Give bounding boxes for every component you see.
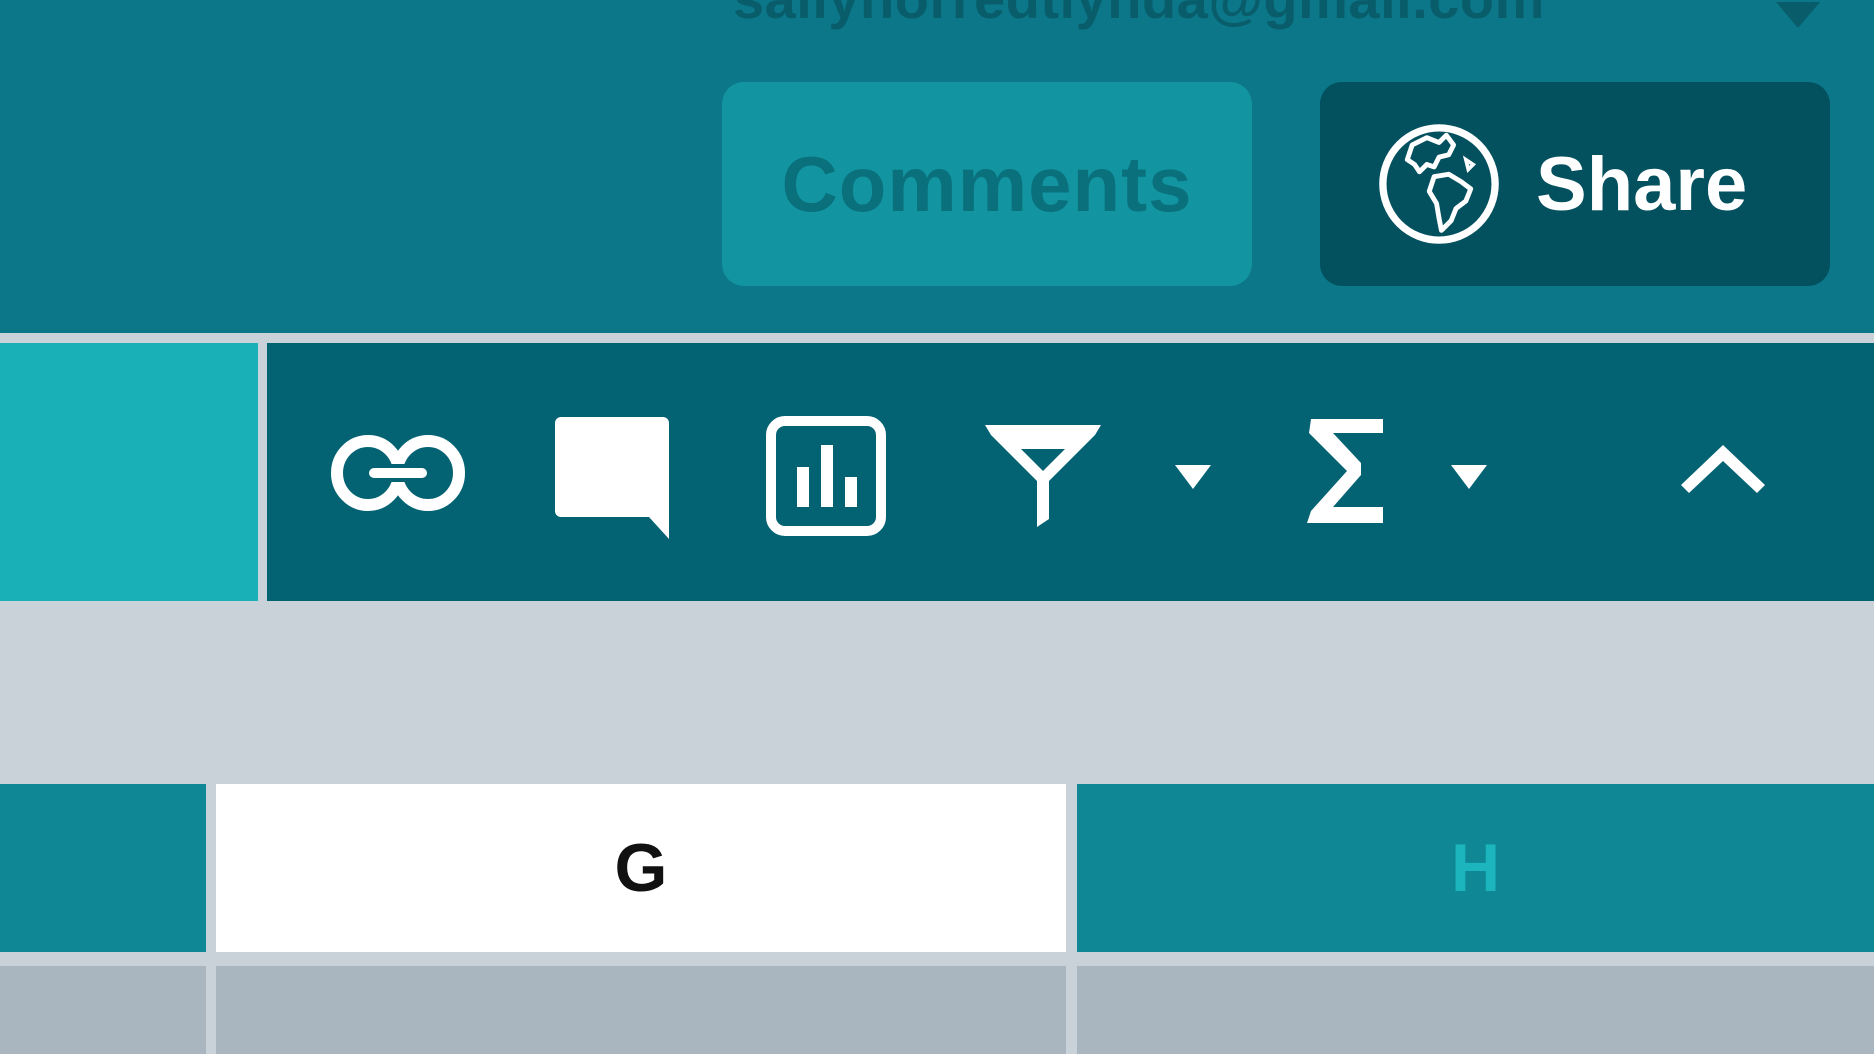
- chart-icon: [766, 416, 886, 536]
- insert-comment-button[interactable]: [553, 415, 671, 543]
- collapse-ribbon-button[interactable]: [1677, 439, 1769, 501]
- filter-dropdown-icon: [1175, 465, 1211, 489]
- autosum-button[interactable]: [1307, 419, 1387, 523]
- chevron-up-icon: [1681, 445, 1765, 493]
- ribbon-side-panel: [0, 343, 258, 601]
- cell[interactable]: [1077, 966, 1874, 1054]
- ribbon-toolbar: [267, 343, 1874, 601]
- cell[interactable]: [216, 966, 1066, 1054]
- autosum-dropdown-icon: [1451, 465, 1487, 489]
- select-all-corner[interactable]: [0, 784, 206, 952]
- filter-button[interactable]: [985, 423, 1101, 527]
- share-button[interactable]: Share: [1320, 82, 1830, 286]
- account-dropdown-icon[interactable]: [1776, 2, 1820, 28]
- header-divider: [0, 333, 1874, 343]
- comments-button[interactable]: Comments: [722, 82, 1252, 286]
- autosum-dropdown-button[interactable]: [1451, 465, 1487, 491]
- column-header-g[interactable]: G: [216, 784, 1066, 952]
- globe-icon: [1379, 124, 1499, 244]
- filter-icon: [985, 425, 1101, 527]
- filter-dropdown-button[interactable]: [1175, 465, 1211, 491]
- account-email[interactable]: sallyhorredtlynda@gmail.com: [733, 0, 1545, 31]
- insert-chart-button[interactable]: [765, 415, 887, 537]
- comment-icon: [555, 417, 669, 539]
- ribbon-separator: [258, 343, 267, 601]
- insert-link-button[interactable]: [331, 435, 465, 511]
- formula-bar-area: [0, 601, 1874, 784]
- link-icon: [331, 435, 465, 511]
- comments-button-label: Comments: [781, 139, 1193, 228]
- autosum-icon: [1307, 419, 1383, 523]
- column-header-h[interactable]: H: [1077, 784, 1874, 952]
- row-header[interactable]: [0, 966, 206, 1054]
- share-button-label: Share: [1536, 141, 1748, 227]
